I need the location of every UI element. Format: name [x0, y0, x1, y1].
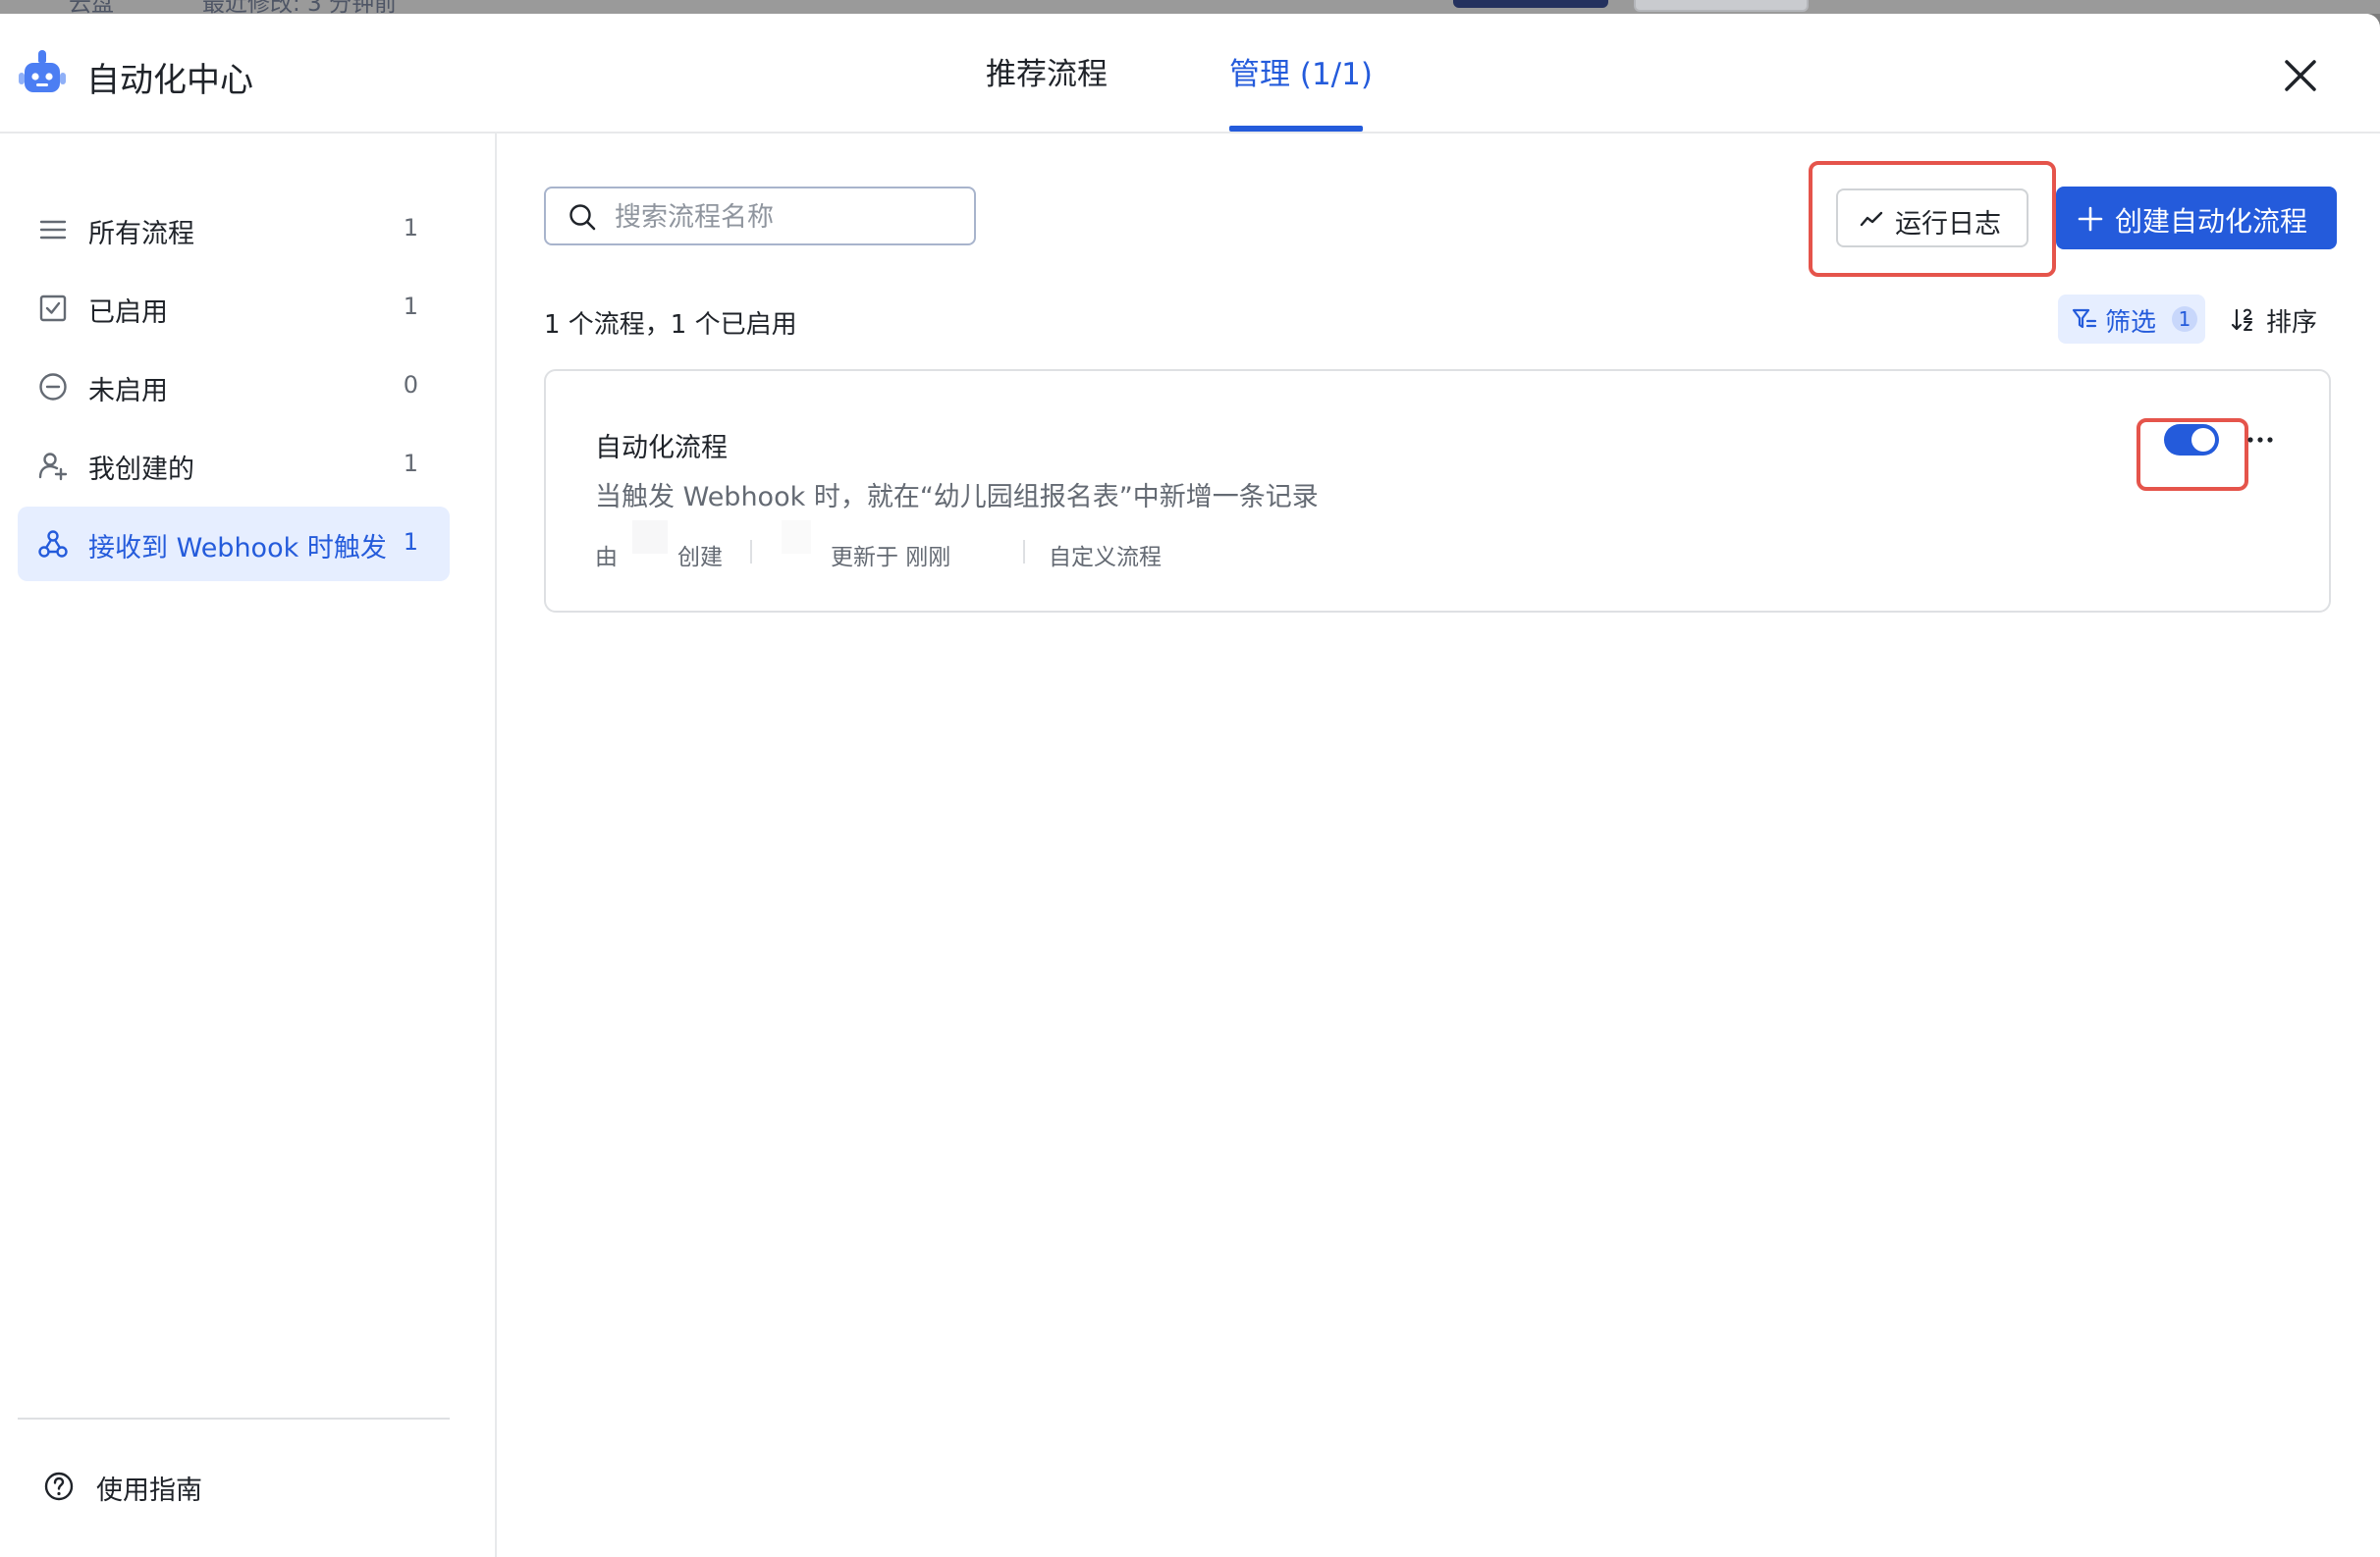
background-secondary-button: [1634, 0, 1809, 12]
flow-summary-text: 1 个流程，1 个已启用: [544, 310, 797, 340]
app-title: 自动化中心: [86, 61, 253, 100]
list-icon: [39, 220, 67, 240]
background-document: 云盘 最近修改: 3 分钟前: [0, 0, 2380, 17]
sort-button[interactable]: 排序: [2227, 295, 2335, 344]
checkbox-icon: [39, 295, 67, 322]
filter-sidebar: 所有流程 1 已启用 1 未启用 0 我创建的 1 接收到 Webhook 时触…: [0, 134, 497, 1557]
plus-icon: [2078, 206, 2103, 232]
creator-avatar: [632, 520, 668, 554]
tab-manage[interactable]: 管理 (1/1): [1229, 49, 1373, 93]
run-log-label: 运行日志: [1895, 209, 2001, 240]
close-icon[interactable]: [2278, 53, 2323, 98]
search-box: [544, 187, 976, 245]
sidebar-item-label: 已启用: [88, 297, 168, 328]
filter-icon: [2072, 308, 2097, 329]
sidebar-item-webhook-trigger[interactable]: 接收到 Webhook 时触发 1: [18, 507, 450, 581]
active-tab-indicator: [1229, 126, 1363, 132]
updated-time: 更新于 刚刚: [831, 545, 951, 570]
search-icon: [569, 204, 596, 231]
sidebar-item-count: 1: [403, 450, 418, 477]
tab-recommended[interactable]: 推荐流程: [986, 49, 1108, 93]
help-circle-icon: [44, 1472, 74, 1501]
meta-separator: [1023, 540, 1025, 564]
toggle-knob: [2191, 428, 2215, 452]
create-flow-label: 创建自动化流程: [2115, 205, 2308, 238]
sidebar-item-disabled[interactable]: 未启用 0: [18, 349, 450, 424]
sidebar-item-label: 接收到 Webhook 时触发: [88, 533, 387, 564]
search-input[interactable]: [613, 194, 960, 240]
sort-icon: [2231, 308, 2252, 331]
flow-type: 自定义流程: [1049, 545, 1162, 570]
flow-enable-toggle[interactable]: [2164, 424, 2219, 456]
sidebar-item-label: 所有流程: [88, 219, 194, 249]
flow-management-panel: 运行日志 创建自动化流程 1 个流程，1 个已启用 筛选 1: [497, 134, 2380, 1557]
create-flow-button[interactable]: 创建自动化流程: [2056, 187, 2337, 249]
sidebar-item-count: 1: [403, 528, 418, 556]
sidebar-item-enabled[interactable]: 已启用 1: [18, 271, 450, 346]
trend-line-icon: [1860, 211, 1883, 227]
user-guide-label: 使用指南: [96, 1476, 202, 1506]
user-add-icon: [38, 453, 68, 481]
webhook-icon: [38, 530, 68, 558]
filter-count-badge: 1: [2172, 306, 2197, 332]
filter-label: 筛选: [2105, 308, 2157, 338]
sidebar-item-created-by-me[interactable]: 我创建的 1: [18, 428, 450, 503]
created-prefix: 由: [595, 545, 618, 570]
sidebar-item-count: 1: [403, 214, 418, 242]
robot-logo-icon: [19, 50, 66, 92]
sidebar-item-count: 1: [403, 293, 418, 320]
meta-separator: [750, 540, 752, 564]
sidebar-item-count: 0: [403, 371, 418, 399]
minus-circle-icon: [39, 373, 67, 401]
updater-avatar: [782, 520, 811, 554]
sidebar-item-label: 我创建的: [88, 455, 194, 485]
flow-description: 当触发 Webhook 时，就在“幼儿园组报名表”中新增一条记录: [595, 482, 1319, 512]
created-suffix: 创建: [677, 545, 723, 570]
flow-card[interactable]: 自动化流程 当触发 Webhook 时，就在“幼儿园组报名表”中新增一条记录 由…: [544, 369, 2331, 613]
sidebar-item-label: 未启用: [88, 376, 168, 406]
automation-center-dialog: 自动化中心 推荐流程 管理 (1/1) 所有流程 1 已启用 1 未启用 0 我…: [0, 14, 2380, 1557]
flow-title: 自动化流程: [595, 433, 728, 463]
more-options-icon[interactable]: [2241, 424, 2280, 456]
sort-label: 排序: [2266, 308, 2318, 338]
sidebar-divider: [18, 1418, 450, 1420]
sidebar-item-all-flows[interactable]: 所有流程 1: [18, 192, 450, 267]
dialog-header: 自动化中心 推荐流程 管理 (1/1): [0, 14, 2380, 134]
filter-button[interactable]: 筛选 1: [2058, 295, 2205, 344]
background-share-button: [1453, 0, 1608, 8]
run-log-button[interactable]: 运行日志: [1836, 188, 2028, 247]
